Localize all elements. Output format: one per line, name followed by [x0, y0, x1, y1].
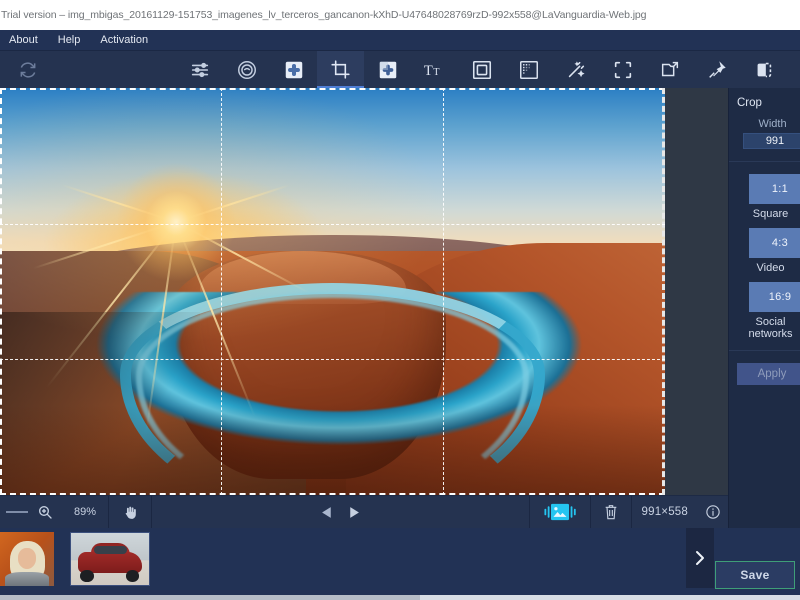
menu-help[interactable]: Help	[49, 32, 92, 49]
horseshoe-bend-sunset-photo[interactable]	[0, 88, 665, 495]
tool-retouch[interactable]	[223, 51, 270, 88]
tool-blur[interactable]	[505, 51, 552, 88]
width-label: Width	[729, 109, 800, 133]
window-title: Trial version – img_mbigas_20161129-1517…	[0, 9, 646, 21]
thumbnail-filmstrip: Save	[0, 528, 800, 600]
svg-text:T: T	[433, 67, 440, 78]
zoom-level[interactable]: 89%	[62, 506, 108, 518]
save-button[interactable]: Save	[715, 561, 795, 589]
divider	[729, 350, 800, 351]
ratio-button-1-1[interactable]: 1:1	[749, 174, 800, 204]
ratio-button-16-9[interactable]: 16:9	[749, 282, 800, 312]
tool-text[interactable]: T T	[411, 51, 458, 88]
previous-arrow-icon[interactable]	[314, 496, 340, 529]
thumb-face	[18, 548, 36, 569]
thumbnail-portrait[interactable]	[0, 532, 54, 586]
info-icon[interactable]	[698, 496, 728, 529]
divider	[151, 496, 152, 529]
trash-icon[interactable]	[591, 496, 631, 529]
image-canvas[interactable]	[0, 88, 728, 495]
ratio-label-video: Video	[729, 258, 800, 274]
ratio-label-square: Square	[729, 204, 800, 220]
photo-editor-window: Trial version – img_mbigas_20161129-1517…	[0, 0, 800, 600]
svg-text:T: T	[423, 63, 432, 79]
tool-selection[interactable]	[599, 51, 646, 88]
tool-transfer[interactable]	[646, 51, 693, 88]
main-toolbar: T T	[0, 51, 800, 88]
thumbnail-list	[0, 532, 150, 586]
scrollbar-thumb[interactable]	[0, 595, 420, 600]
thumb-car-body	[78, 552, 142, 573]
photo-sun-flare	[116, 162, 236, 282]
panel-title: Crop	[729, 88, 800, 109]
hand-pan-icon[interactable]	[109, 496, 151, 529]
crop-settings-panel: Crop Width 991 1:1 Square 4:3 Video 16:9…	[728, 88, 800, 528]
status-bar: 89%	[0, 495, 728, 528]
tool-adjust[interactable]	[176, 51, 223, 88]
tool-stamp[interactable]	[693, 51, 740, 88]
minus-icon[interactable]	[6, 511, 28, 513]
apply-button[interactable]: Apply	[737, 363, 800, 385]
menu-activation[interactable]: Activation	[91, 32, 159, 49]
ratio-label-social-networks: Social networks	[729, 312, 800, 340]
tool-crop[interactable]	[317, 51, 364, 88]
chevron-right-icon[interactable]	[686, 528, 714, 588]
toolbar-spacer	[56, 51, 176, 88]
thumbnail-car[interactable]	[70, 532, 150, 586]
image-dimensions: 991×558	[632, 506, 699, 518]
thumb-car-wheel	[126, 570, 139, 581]
window-titlebar: Trial version – img_mbigas_20161129-1517…	[0, 0, 800, 30]
before-after-compare-icon[interactable]	[530, 496, 590, 529]
divider	[729, 161, 800, 162]
tool-magic[interactable]	[552, 51, 599, 88]
thumb-car-windows	[94, 546, 127, 554]
magnifier-plus-icon[interactable]	[28, 496, 62, 529]
thumb-car-wheel	[80, 570, 93, 581]
rotate-refresh-icon[interactable]	[0, 51, 56, 88]
ratio-button-4-3[interactable]: 4:3	[749, 228, 800, 258]
tool-logo[interactable]	[740, 51, 787, 88]
photo-bottom-shadow	[0, 405, 665, 495]
filmstrip-scrollbar[interactable]	[0, 595, 800, 600]
crop-width-input[interactable]: 991	[743, 133, 800, 149]
menubar: About Help Activation	[0, 30, 800, 51]
thumb-dress	[5, 572, 48, 586]
tool-background[interactable]	[364, 51, 411, 88]
tool-frame[interactable]	[458, 51, 505, 88]
tool-object-removal[interactable]	[270, 51, 317, 88]
next-arrow-icon[interactable]	[340, 496, 366, 529]
menu-about[interactable]: About	[0, 32, 49, 49]
